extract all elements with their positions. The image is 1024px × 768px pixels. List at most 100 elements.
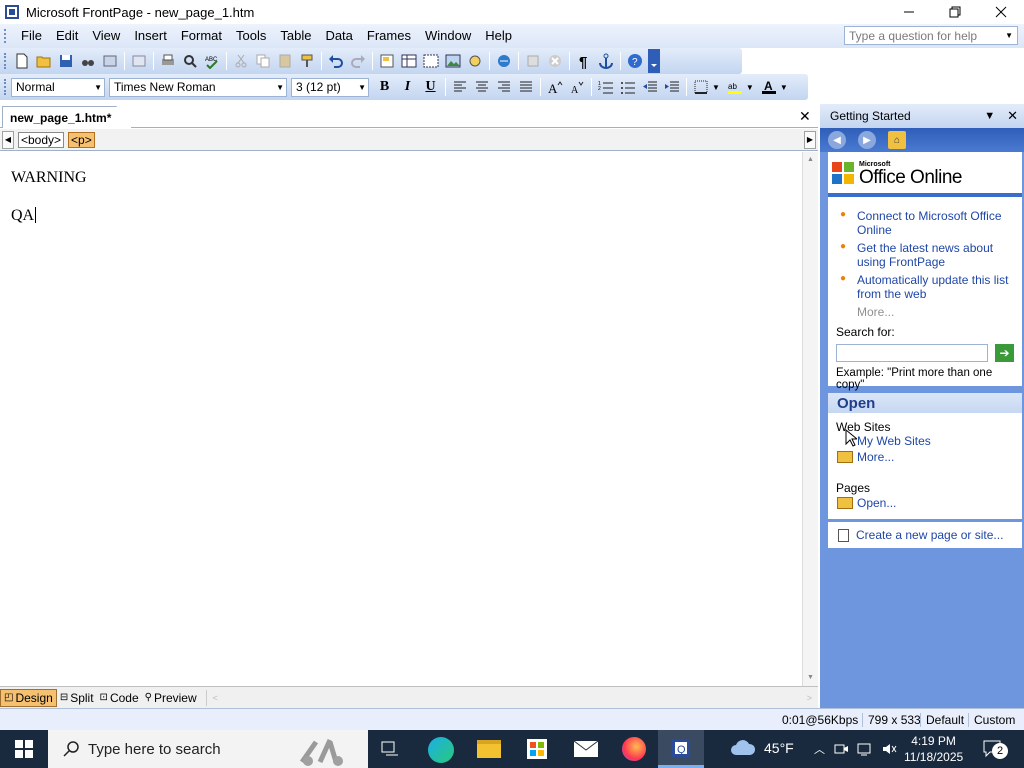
chevron-down-icon[interactable]: ▼ — [746, 83, 754, 92]
network-icon[interactable] — [857, 741, 873, 757]
menu-help[interactable]: Help — [478, 25, 519, 47]
tag-scroll-right-button[interactable]: ▶ — [804, 130, 816, 149]
back-arrow-icon[interactable]: ◀ — [828, 131, 846, 149]
paste-button[interactable] — [274, 50, 296, 72]
forward-arrow-icon[interactable]: ▶ — [858, 131, 876, 149]
menu-table[interactable]: Table — [273, 25, 318, 47]
chevron-down-icon[interactable]: ▼ — [712, 83, 720, 92]
menu-window[interactable]: Window — [418, 25, 478, 47]
font-color-button[interactable]: A — [758, 76, 780, 98]
bullets-button[interactable] — [617, 76, 639, 98]
link-latest-news[interactable]: Get the latest news about using FrontPag… — [857, 241, 993, 269]
help-button[interactable]: ? — [624, 50, 646, 72]
refresh-button[interactable] — [522, 50, 544, 72]
minimize-button[interactable] — [886, 0, 932, 24]
code-view-tab[interactable]: ⊡ Code — [97, 689, 142, 707]
meet-now-icon[interactable] — [833, 741, 849, 757]
tag-body[interactable]: <body> — [18, 131, 65, 148]
increase-indent-button[interactable] — [661, 76, 683, 98]
menu-frames[interactable]: Frames — [360, 25, 418, 47]
menu-edit[interactable]: Edit — [49, 25, 85, 47]
menu-grip[interactable] — [4, 29, 8, 43]
store-button[interactable] — [527, 739, 547, 759]
highlight-button[interactable]: ab — [724, 76, 746, 98]
firefox-button[interactable] — [622, 737, 646, 761]
edge-button[interactable] — [428, 737, 454, 763]
preview-view-tab[interactable]: ⚲ Preview — [142, 689, 200, 707]
start-button[interactable] — [0, 730, 48, 768]
cut-button[interactable] — [230, 50, 252, 72]
help-question-box[interactable]: Type a question for help ▼ — [844, 26, 1018, 45]
editor-line-qa[interactable]: QA — [11, 207, 37, 225]
pages-open-link[interactable]: Open... — [837, 496, 896, 510]
my-web-sites-link[interactable]: My Web Sites — [857, 434, 931, 448]
publish-button[interactable] — [99, 50, 121, 72]
increase-font-button[interactable]: A — [544, 76, 566, 98]
justify-button[interactable] — [515, 76, 537, 98]
taskbar-search-box[interactable]: Type here to search — [48, 730, 368, 768]
print-button[interactable] — [157, 50, 179, 72]
align-right-button[interactable] — [493, 76, 515, 98]
task-pane-title[interactable]: Getting Started — [830, 109, 911, 123]
volume-icon[interactable] — [881, 741, 897, 757]
scroll-right-arrow[interactable]: > — [807, 693, 812, 703]
underline-button[interactable]: U — [419, 76, 442, 98]
style-dropdown[interactable]: Normal ▼ — [11, 77, 105, 97]
design-editor[interactable]: WARNING QA — [0, 152, 802, 686]
menu-file[interactable]: File — [14, 25, 49, 47]
scroll-up-arrow[interactable]: ▲ — [803, 152, 818, 168]
vertical-scrollbar[interactable]: ▲ ▼ — [802, 152, 818, 686]
font-dropdown[interactable]: Times New Roman ▼ — [109, 77, 287, 97]
insert-frame-button[interactable] — [420, 50, 442, 72]
insert-picture-button[interactable] — [442, 50, 464, 72]
tag-scroll-left-button[interactable]: ◀ — [2, 130, 14, 149]
format-painter-button[interactable] — [296, 50, 318, 72]
create-new-link[interactable]: Create a new page or site... — [838, 528, 1003, 542]
toolbar-options-button[interactable] — [648, 49, 660, 73]
mail-button[interactable] — [573, 740, 599, 757]
editor-line-warning[interactable]: WARNING — [11, 169, 87, 187]
show-all-button[interactable]: ¶ — [573, 50, 595, 72]
decrease-font-button[interactable]: A — [566, 76, 588, 98]
tag-p[interactable]: <p> — [68, 131, 95, 148]
menu-view[interactable]: View — [85, 25, 127, 47]
frontpage-app-icon[interactable] — [4, 4, 20, 20]
spelling-button[interactable]: ABC — [201, 50, 223, 72]
web-more-link[interactable]: More... — [837, 450, 894, 464]
menu-format[interactable]: Format — [174, 25, 229, 47]
decrease-indent-button[interactable] — [639, 76, 661, 98]
bold-button[interactable]: B — [373, 76, 396, 98]
preview-button[interactable] — [179, 50, 201, 72]
task-pane-close-icon[interactable]: ✕ — [1007, 108, 1018, 124]
notification-center-button[interactable]: 2 — [982, 739, 1012, 759]
insert-layer-button[interactable] — [376, 50, 398, 72]
align-left-button[interactable] — [449, 76, 471, 98]
borders-button[interactable] — [690, 76, 712, 98]
chevron-down-icon[interactable]: ▼ — [780, 83, 788, 92]
restore-button[interactable] — [932, 0, 978, 24]
scroll-left-arrow[interactable]: < — [213, 693, 218, 703]
clock[interactable]: 4:19 PM 11/18/2025 — [904, 733, 963, 765]
more-link[interactable]: More... — [828, 305, 1022, 319]
tray-chevron-up-icon[interactable]: ︿ — [814, 741, 825, 757]
page-dimensions[interactable]: 799 x 533 — [862, 713, 921, 727]
search-go-button[interactable]: ➔ — [995, 344, 1014, 362]
search-button[interactable] — [77, 50, 99, 72]
copy-button[interactable] — [252, 50, 274, 72]
insert-table-button[interactable] — [398, 50, 420, 72]
weather-widget[interactable]: 45°F — [730, 739, 794, 757]
undo-button[interactable] — [325, 50, 347, 72]
frontpage-taskbar-button[interactable]: Q — [658, 730, 704, 768]
redo-button[interactable] — [347, 50, 369, 72]
close-document-icon[interactable]: ✕ — [799, 108, 811, 125]
close-button[interactable] — [978, 0, 1024, 24]
link-auto-update[interactable]: Automatically update this list from the … — [857, 273, 1008, 301]
menu-insert[interactable]: Insert — [127, 25, 174, 47]
file-explorer-button[interactable] — [477, 740, 501, 758]
chevron-down-icon[interactable]: ▼ — [1005, 31, 1013, 40]
menu-tools[interactable]: Tools — [229, 25, 273, 47]
menu-data[interactable]: Data — [318, 25, 359, 47]
stop-button[interactable] — [544, 50, 566, 72]
save-button[interactable] — [55, 50, 77, 72]
search-input[interactable] — [836, 344, 988, 362]
